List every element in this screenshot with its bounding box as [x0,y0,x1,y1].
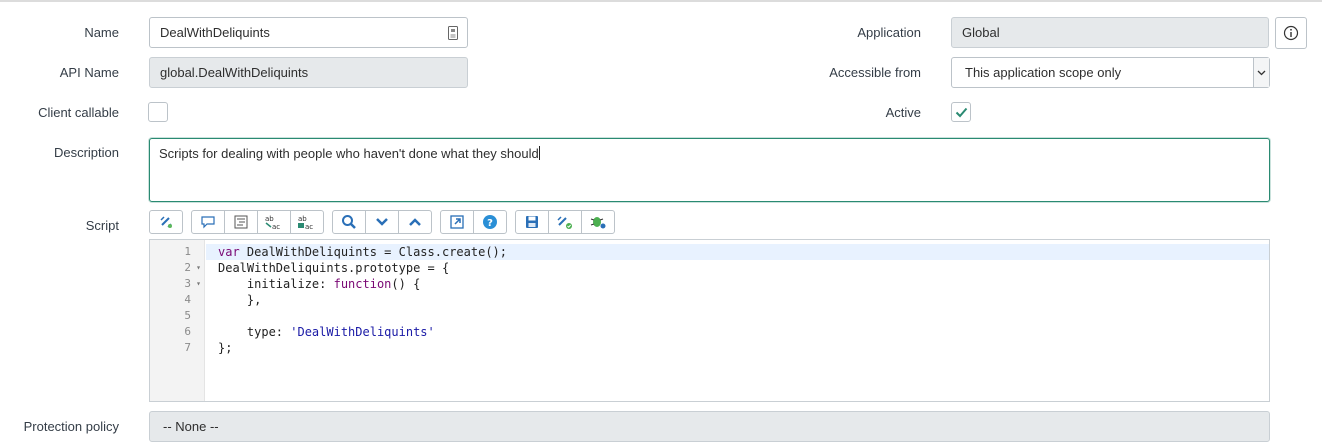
accessible-from-value: This application scope only [965,65,1122,80]
application-info-button[interactable] [1275,17,1307,49]
debug-icon[interactable] [581,210,615,234]
application-field: Global [951,17,1269,48]
code-line[interactable] [206,308,1269,324]
replace-icon[interactable]: ab ac [257,210,291,234]
code-area[interactable]: var DealWithDeliquints = Class.create();… [206,240,1269,356]
line-number: 1 [184,245,191,258]
find-previous-icon[interactable] [398,210,432,234]
toggle-syntax-icon[interactable] [149,210,183,234]
application-value: Global [962,25,1000,40]
save-icon[interactable] [515,210,549,234]
svg-text:ab: ab [265,215,274,223]
fold-toggle-icon[interactable]: ▾ [196,260,201,276]
svg-text:ab: ab [298,215,307,223]
svg-text:ac: ac [272,223,280,230]
name-field[interactable]: DealWithDeliquints [149,17,468,48]
description-textarea[interactable]: Scripts for dealing with people who have… [149,138,1270,202]
active-checkbox[interactable] [951,102,971,122]
top-divider [0,0,1322,2]
api-name-field: global.DealWithDeliquints [149,57,468,88]
code-line[interactable]: DealWithDeliquints.prototype = { [206,260,1269,276]
line-number: 5 [184,309,191,322]
name-label: Name [84,25,119,40]
script-editor[interactable]: 1 2 ▾ 3 ▾ 4 5 6 7 var DealWithDeliquints = Class… [149,239,1270,402]
line-number: 6 [184,325,191,338]
svg-text:?: ? [487,218,493,229]
info-icon [1283,25,1299,41]
accessible-from-select[interactable]: This application scope only [951,57,1270,88]
line-number: 2 ▾ [184,260,201,276]
comment-icon[interactable] [191,210,225,234]
text-cursor [538,146,540,160]
line-number-gutter: 1 2 ▾ 3 ▾ 4 5 6 7 [150,240,205,401]
client-callable-checkbox[interactable] [148,102,168,122]
protection-policy-field: -- None -- [149,411,1270,442]
code-line[interactable]: }; [206,340,1269,356]
script-toolbar: ab ac ab ac ? [149,210,623,235]
code-line[interactable]: }, [206,292,1269,308]
protection-policy-value: -- None -- [163,419,219,434]
chevron-down-icon [1253,58,1269,87]
name-value: DealWithDeliquints [160,25,270,40]
script-debugger-icon[interactable] [548,210,582,234]
api-name-value: global.DealWithDeliquints [160,65,309,80]
code-line[interactable]: var DealWithDeliquints = Class.create(); [206,244,1269,260]
script-label: Script [85,218,119,233]
search-icon[interactable] [332,210,366,234]
reference-lookup-icon[interactable] [448,26,458,43]
line-number: 3 ▾ [184,276,201,292]
fold-toggle-icon[interactable]: ▾ [196,276,201,292]
client-callable-label: Client callable [38,105,119,120]
code-line[interactable]: type: 'DealWithDeliquints' [206,324,1269,340]
help-icon[interactable]: ? [473,210,507,234]
protection-policy-label: Protection policy [23,419,119,434]
active-label: Active [885,105,921,120]
find-next-icon[interactable] [365,210,399,234]
line-number: 4 [184,293,191,306]
code-line[interactable]: initialize: function() { [206,276,1269,292]
description-label: Description [53,145,119,160]
accessible-from-label: Accessible from [829,65,921,80]
application-label: Application [857,25,921,40]
checkmark-icon [955,107,967,117]
format-code-icon[interactable] [224,210,258,234]
description-text: Scripts for dealing with people who have… [159,146,539,161]
line-number: 7 [184,341,191,354]
svg-text:ac: ac [305,223,313,230]
replace-all-icon[interactable]: ab ac [290,210,324,234]
api-name-label: API Name [59,65,119,80]
fullscreen-icon[interactable] [440,210,474,234]
